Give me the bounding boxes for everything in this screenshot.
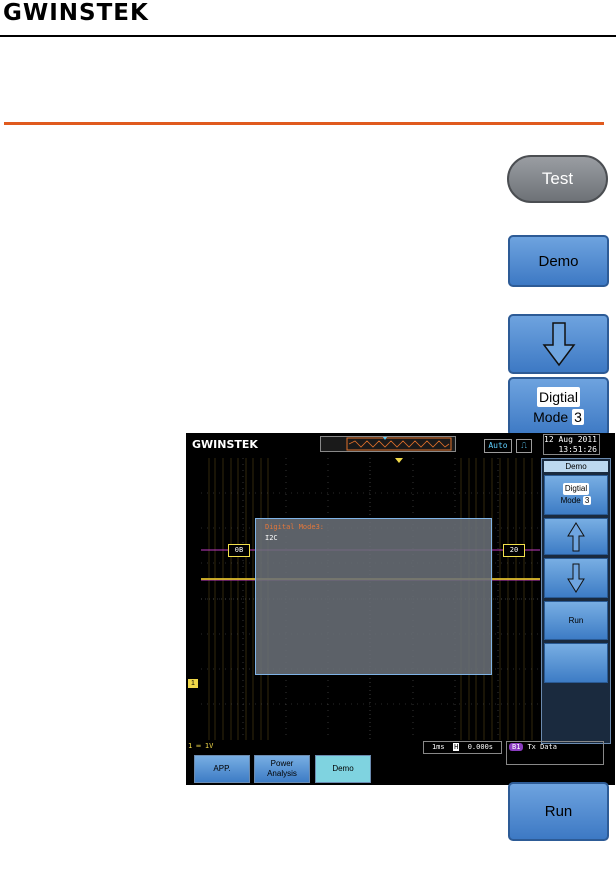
- channel1-marker: 1: [188, 679, 198, 688]
- demo-button-label: Demo: [538, 252, 579, 270]
- date-time-display: 12 Aug 2011 13:51:26: [543, 434, 600, 455]
- bottom-tab-demo[interactable]: Demo: [315, 755, 371, 783]
- delay-value: 0.000s: [467, 743, 494, 751]
- bottom-tab-power-analysis[interactable]: Power Analysis: [254, 755, 310, 783]
- header-rule: [0, 35, 616, 37]
- bus-value-left: 0B: [228, 544, 250, 557]
- date-text: 12 Aug 2011: [544, 435, 597, 444]
- memory-waveform-icon: [346, 437, 452, 451]
- test-button[interactable]: Test: [507, 155, 608, 203]
- side-mode-word: Digtial: [562, 483, 590, 495]
- trigger-edge-icon: ⎍: [516, 439, 532, 453]
- bus-label: Tx Data: [527, 743, 557, 751]
- run-button[interactable]: Run: [508, 782, 609, 841]
- arrow-down-icon: [567, 563, 585, 593]
- side-mode-number: 3: [582, 496, 592, 505]
- side-mode-label: Mode: [560, 496, 581, 505]
- run-button-label: Run: [544, 803, 573, 820]
- test-button-label: Test: [541, 169, 574, 188]
- down-arrow-button[interactable]: [508, 314, 609, 374]
- demo-button[interactable]: Demo: [508, 235, 609, 287]
- side-run-button[interactable]: Run: [544, 601, 608, 640]
- mode-label: Mode: [533, 409, 569, 425]
- oscilloscope-screen: GWINSTEK Auto ⎍ 12 Aug 2011 13:51:26 Dig…: [186, 433, 615, 785]
- bottom-tab-app[interactable]: APP.: [194, 755, 250, 783]
- side-empty-button[interactable]: [544, 643, 608, 683]
- gwinstek-logo: GWINSTEK: [3, 0, 149, 26]
- demo-info-popup: Digital Mode3: I2C: [255, 518, 492, 675]
- side-mode-line: Mode 3: [561, 495, 592, 507]
- horizontal-icon: H: [453, 743, 460, 751]
- side-menu-title: Demo: [544, 461, 608, 472]
- side-down-button[interactable]: [544, 558, 608, 598]
- memory-bar: [320, 436, 456, 452]
- demo-side-menu: Demo Digtial Mode 3 Run: [541, 458, 611, 744]
- bus-info-box: B1 Tx Data: [506, 741, 604, 765]
- popup-line: I2C: [265, 534, 278, 542]
- bottom-tab-demo-label: Demo: [332, 764, 354, 773]
- bus-value-right: 20: [503, 544, 525, 557]
- popup-title: Digital Mode3:: [265, 523, 325, 531]
- side-up-button[interactable]: [544, 518, 608, 555]
- bus-tag: B1: [509, 743, 524, 751]
- side-run-label: Run: [568, 615, 584, 625]
- time-text: 13:51:26: [558, 445, 597, 454]
- digital-mode-button[interactable]: Digtial Mode 3: [508, 377, 609, 437]
- timebase-value: 1ms: [431, 743, 445, 751]
- mode-word: Digtial: [537, 387, 580, 407]
- bottom-tab-app-label: APP.: [213, 764, 231, 773]
- mode-line: Mode 3: [533, 407, 584, 427]
- mode-number: 3: [572, 409, 584, 425]
- channel1-scale: 1 ═ 1V: [188, 742, 214, 750]
- screen-logo: GWINSTEK: [192, 438, 258, 451]
- arrow-up-icon: [567, 521, 585, 551]
- timebase-display: 1ms H 0.000s: [423, 741, 502, 754]
- arrow-down-icon: [542, 322, 575, 367]
- section-rule: [4, 122, 604, 125]
- trigger-mode-indicator: Auto: [484, 439, 512, 453]
- side-digital-mode-button[interactable]: Digtial Mode 3: [544, 475, 608, 515]
- bottom-tab-power-label: Power Analysis: [267, 759, 297, 778]
